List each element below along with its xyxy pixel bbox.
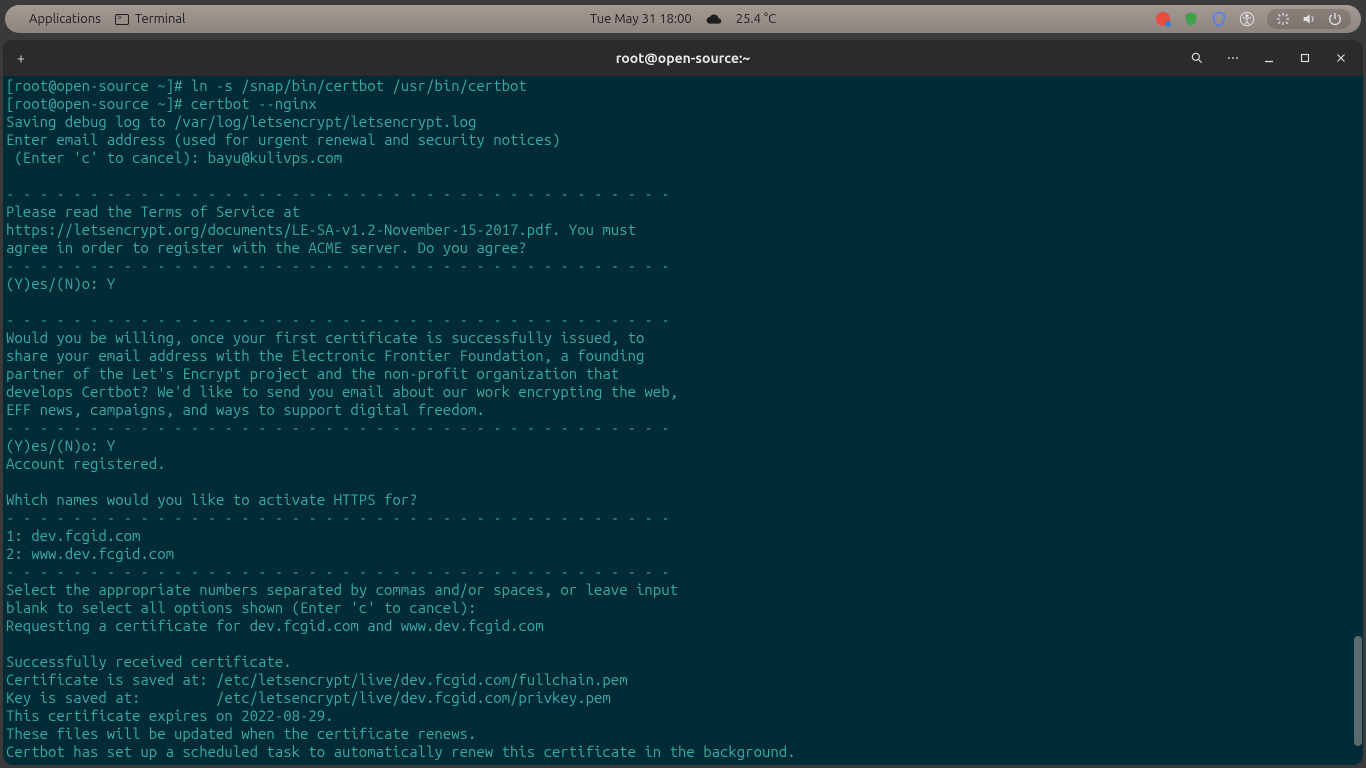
- sysbar-right: [1155, 9, 1351, 29]
- terminal-line: 1: dev.fcgid.com: [6, 527, 1360, 545]
- maximize-button[interactable]: [1289, 44, 1321, 72]
- terminal-line: share your email address with the Electr…: [6, 347, 1360, 365]
- terminal-line: - - - - - - - - - - - - - - - - - - - - …: [6, 509, 1360, 527]
- cloud-icon: [706, 11, 722, 27]
- terminal-line: (Enter 'c' to cancel): bayu@kulivps.com: [6, 149, 1360, 167]
- minimize-button[interactable]: [1253, 44, 1285, 72]
- update-indicator-icon[interactable]: [1155, 11, 1171, 27]
- terminal-line: [6, 473, 1360, 491]
- terminal-line: Account registered.: [6, 455, 1360, 473]
- privacy-shield-icon[interactable]: [1211, 11, 1227, 27]
- shield-icon[interactable]: [1183, 11, 1199, 27]
- sysbar-left: Applications Terminal: [15, 12, 185, 26]
- terminal-line: Key is saved at: /etc/letsencrypt/live/d…: [6, 689, 1360, 707]
- applications-menu[interactable]: Applications: [29, 12, 101, 26]
- terminal-line: Saving debug log to /var/log/letsencrypt…: [6, 113, 1360, 131]
- accessibility-icon[interactable]: [1239, 11, 1255, 27]
- terminal-line: 2: www.dev.fcgid.com: [6, 545, 1360, 563]
- terminal-line: - - - - - - - - - - - - - - - - - - - - …: [6, 311, 1360, 329]
- terminal-output[interactable]: [root@open-source ~]# ln -s /snap/bin/ce…: [3, 76, 1363, 765]
- terminal-line: develops Certbot? We'd like to send you …: [6, 383, 1360, 401]
- terminal-line: (Y)es/(N)o: Y: [6, 437, 1360, 455]
- terminal-line: [6, 293, 1360, 311]
- terminal-line: Would you be willing, once your first ce…: [6, 329, 1360, 347]
- close-button[interactable]: [1325, 44, 1357, 72]
- terminal-line: EFF news, campaigns, and ways to support…: [6, 401, 1360, 419]
- terminal-line: blank to select all options shown (Enter…: [6, 599, 1360, 617]
- power-icon[interactable]: [1327, 11, 1343, 27]
- terminal-line: - - - - - - - - - - - - - - - - - - - - …: [6, 419, 1360, 437]
- temperature: 25.4 °C: [736, 12, 776, 26]
- terminal-line: [6, 167, 1360, 185]
- new-tab-button[interactable]: +: [3, 50, 39, 66]
- terminal-line: partner of the Let's Encrypt project and…: [6, 365, 1360, 383]
- terminal-line: https://letsencrypt.org/documents/LE-SA-…: [6, 221, 1360, 239]
- scrollbar-track[interactable]: [1353, 76, 1363, 765]
- terminal-app-menu[interactable]: Terminal: [115, 12, 186, 26]
- sysbar-center: Tue May 31 18:00 25.4 °C: [590, 11, 776, 27]
- terminal-line: Please read the Terms of Service at: [6, 203, 1360, 221]
- system-controls-cluster[interactable]: [1267, 9, 1351, 29]
- window-title: root@open-source:~: [616, 50, 751, 66]
- terminal-line: agree in order to register with the ACME…: [6, 239, 1360, 257]
- terminal-line: Select the appropriate numbers separated…: [6, 581, 1360, 599]
- network-icon[interactable]: [1275, 11, 1291, 27]
- terminal-line: Certificate is saved at: /etc/letsencryp…: [6, 671, 1360, 689]
- terminal-line: Enter email address (used for urgent ren…: [6, 131, 1360, 149]
- terminal-line: [root@open-source ~]# ln -s /snap/bin/ce…: [6, 77, 1360, 95]
- terminal-line: Requesting a certificate for dev.fcgid.c…: [6, 617, 1360, 635]
- terminal-line: This certificate expires on 2022-08-29.: [6, 707, 1360, 725]
- terminal-line: - - - - - - - - - - - - - - - - - - - - …: [6, 257, 1360, 275]
- system-menu-bar: Applications Terminal Tue May 31 18:00 2…: [5, 5, 1361, 33]
- scrollbar-thumb[interactable]: [1354, 636, 1362, 746]
- terminal-line: - - - - - - - - - - - - - - - - - - - - …: [6, 563, 1360, 581]
- terminal-line: (Y)es/(N)o: Y: [6, 275, 1360, 293]
- terminal-line: - - - - - - - - - - - - - - - - - - - - …: [6, 185, 1360, 203]
- terminal-icon: [115, 14, 129, 25]
- menu-button[interactable]: [1217, 44, 1249, 72]
- terminal-line: Certbot has set up a scheduled task to a…: [6, 743, 1360, 761]
- volume-icon[interactable]: [1301, 11, 1317, 27]
- terminal-line: Which names would you like to activate H…: [6, 491, 1360, 509]
- terminal-line: [6, 635, 1360, 653]
- search-button[interactable]: [1181, 44, 1213, 72]
- terminal-line: [root@open-source ~]# certbot --nginx: [6, 95, 1360, 113]
- window-titlebar: + root@open-source:~: [3, 40, 1363, 76]
- terminal-line: Successfully received certificate.: [6, 653, 1360, 671]
- terminal-line: These files will be updated when the cer…: [6, 725, 1360, 743]
- terminal-app-label: Terminal: [135, 12, 186, 26]
- terminal-window: + root@open-source:~ [root@open-source ~…: [3, 40, 1363, 765]
- window-controls: [1181, 44, 1363, 72]
- clock[interactable]: Tue May 31 18:00: [590, 12, 692, 26]
